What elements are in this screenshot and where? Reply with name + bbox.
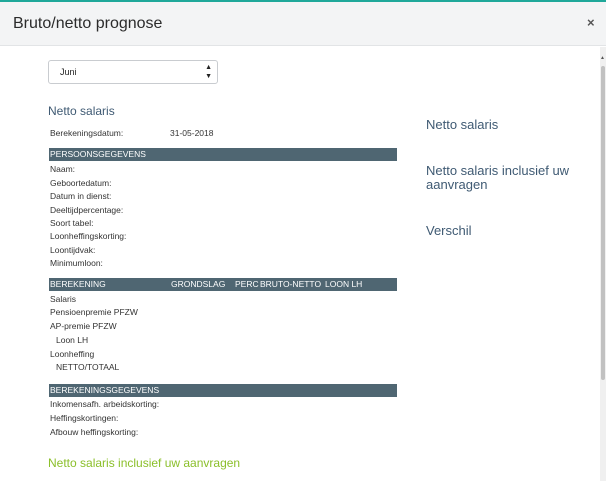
scroll-up-icon[interactable]: ▲ xyxy=(600,55,605,61)
right-netto-title: Netto salaris xyxy=(426,117,499,132)
close-button[interactable]: × xyxy=(587,15,595,30)
col-grondslag: GRONDSLAG xyxy=(171,279,226,289)
modal-title: Bruto/netto prognose xyxy=(13,15,163,32)
col-perc: PERC xyxy=(235,279,259,289)
calc-date-label: Berekeningsdatum: xyxy=(50,128,124,138)
row-ap-premie: AP-premie PFZW xyxy=(50,321,117,331)
col-berekening: BEREKENING xyxy=(50,279,106,289)
field-minimumloon: Minimumloon: xyxy=(50,258,103,268)
month-select-value: Juni xyxy=(60,67,77,77)
berekeningsgegevens-header: BEREKENINGSGEGEVENS xyxy=(49,384,397,397)
berekeningsgegevens-title: BEREKENINGSGEGEVENS xyxy=(50,385,160,395)
month-select[interactable]: Juni ▲ ▼ xyxy=(48,60,218,84)
select-arrows-icon: ▲ ▼ xyxy=(205,64,212,80)
row-loonheffing: Loonheffing xyxy=(50,349,95,359)
field-heffingskortingen: Heffingskortingen: xyxy=(50,413,119,423)
persoonsgegevens-title: PERSOONSGEGEVENS xyxy=(50,149,146,159)
field-loonheffingskorting: Loonheffingskorting: xyxy=(50,231,127,241)
row-netto-totaal: NETTO/TOTAAL xyxy=(56,362,120,372)
row-salaris: Salaris xyxy=(50,294,76,304)
field-soort-tabel: Soort tabel: xyxy=(50,218,94,228)
col-bruto-netto: BRUTO-NETTO xyxy=(260,279,322,289)
incl-section-title: Netto salaris inclusief uw aanvragen xyxy=(48,456,241,470)
field-naam: Naam: xyxy=(50,164,76,174)
field-deeltijdpercentage: Deeltijdpercentage: xyxy=(50,205,124,215)
right-incl-title-line2: aanvragen xyxy=(426,177,488,192)
field-inkomensafh-arbeidskorting: Inkomensafh. arbeidskorting: xyxy=(50,399,160,409)
field-datum-in-dienst: Datum in dienst: xyxy=(50,191,112,201)
scrollbar-thumb[interactable] xyxy=(601,66,605,380)
field-loontijdvak: Loontijdvak: xyxy=(50,245,96,255)
right-verschil-title: Verschil xyxy=(426,223,472,238)
field-afbouw-heffingskorting: Afbouw heffingskorting: xyxy=(50,427,139,437)
modal-header: Bruto/netto prognose × xyxy=(0,2,606,46)
row-loon-lh: Loon LH xyxy=(56,335,89,345)
persoonsgegevens-header: PERSOONSGEGEVENS xyxy=(49,148,397,161)
calc-date-value: 31-05-2018 xyxy=(170,128,214,138)
col-loon-lh: LOON LH xyxy=(325,279,363,289)
field-geboortedatum: Geboortedatum: xyxy=(50,178,112,188)
row-pensioenpremie: Pensioenpremie PFZW xyxy=(50,307,138,317)
berekening-header: BEREKENING GRONDSLAG PERC BRUTO-NETTO LO… xyxy=(49,278,397,291)
netto-section-title: Netto salaris xyxy=(48,104,115,118)
right-incl-title-line1: Netto salaris inclusief uw xyxy=(426,163,570,178)
